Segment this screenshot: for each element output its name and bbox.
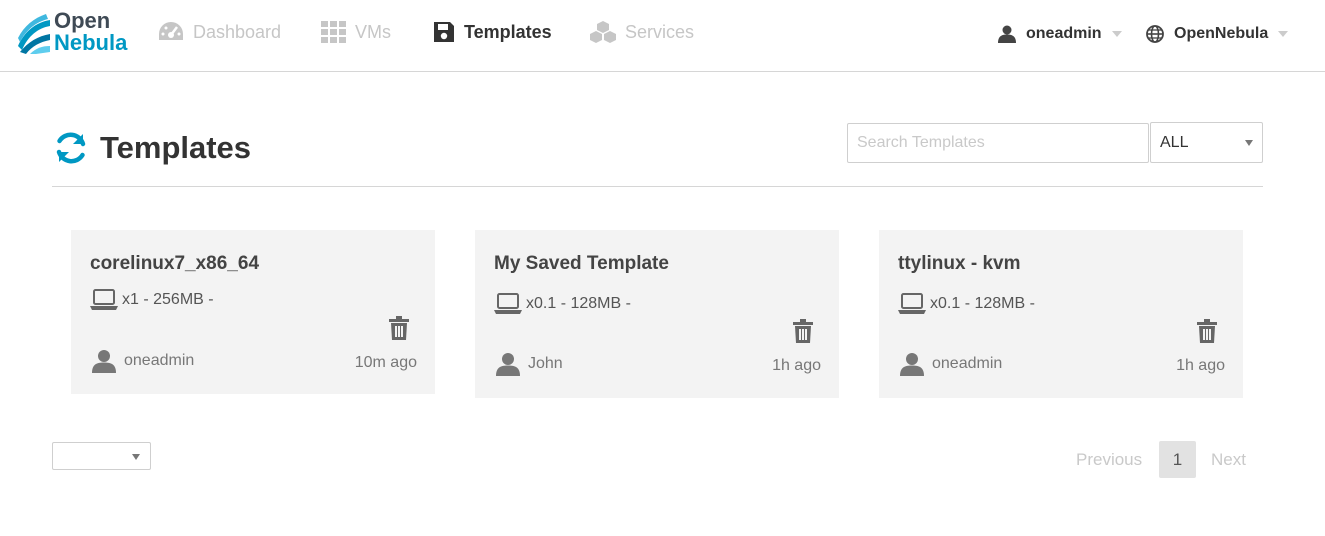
top-navbar: Open Nebula Dashboard VMs Templates Serv… (0, 0, 1325, 72)
zone-label: OpenNebula (1174, 25, 1269, 42)
grid-icon (321, 21, 346, 43)
chevron-down-icon (1245, 140, 1253, 146)
template-time: 10m ago (354, 354, 417, 371)
laptop-icon (494, 293, 522, 314)
zone-menu[interactable]: OpenNebula (1146, 20, 1289, 48)
template-owner: oneadmin (92, 349, 194, 373)
opennebula-logo[interactable]: Open Nebula (16, 10, 146, 58)
username-label: oneadmin (1026, 25, 1102, 42)
template-owner-name: oneadmin (932, 355, 1003, 372)
next-page-button[interactable]: Next (1211, 441, 1246, 478)
page-size-select[interactable] (52, 442, 151, 470)
laptop-icon (90, 289, 118, 310)
trash-icon[interactable] (1197, 319, 1217, 343)
floppy-disk-icon (434, 22, 454, 42)
user-icon (998, 25, 1016, 43)
template-name: ttylinux - kvm (898, 253, 1021, 274)
template-name: corelinux7_x86_64 (90, 253, 260, 274)
globe-icon (1146, 25, 1164, 43)
template-owner-name: oneadmin (124, 352, 195, 369)
template-card[interactable]: corelinux7_x86_64 x1 - 256MB - oneadmin … (71, 230, 435, 394)
template-card[interactable]: My Saved Template x0.1 - 128MB - John 1h… (475, 230, 839, 398)
template-spec: x0.1 - 128MB - (494, 293, 631, 315)
template-time: 1h ago (772, 357, 821, 374)
nav-services-label: Services (625, 21, 695, 42)
page-title: Templates (54, 126, 251, 170)
user-icon (900, 353, 924, 376)
template-time: 1h ago (1176, 357, 1225, 374)
header-divider (52, 186, 1263, 187)
user-icon (496, 353, 520, 376)
laptop-icon (898, 293, 926, 314)
nav-vms[interactable]: VMs (321, 18, 391, 46)
template-owner: John (496, 352, 563, 376)
trash-icon[interactable] (389, 316, 409, 340)
previous-page-button[interactable]: Previous (1076, 441, 1142, 478)
nav-dashboard[interactable]: Dashboard (157, 18, 281, 46)
owner-filter-select[interactable]: ALL (1150, 122, 1263, 163)
dashboard-gauge-icon (159, 22, 183, 40)
chevron-down-icon (1111, 31, 1122, 37)
refresh-icon[interactable] (54, 131, 88, 165)
brand-line-1: Open (54, 8, 111, 33)
trash-icon[interactable] (793, 319, 813, 343)
user-menu[interactable]: oneadmin (998, 20, 1122, 48)
nav-vms-label: VMs (355, 21, 391, 42)
filter-selected-value: ALL (1160, 133, 1189, 151)
page-title-text: Templates (100, 130, 252, 165)
template-spec-text: x0.1 - 128MB - (526, 295, 631, 312)
nav-templates[interactable]: Templates (432, 18, 552, 46)
template-owner: oneadmin (900, 352, 1002, 376)
chevron-down-icon (1278, 31, 1289, 37)
chevron-down-icon (132, 454, 140, 460)
nav-dashboard-label: Dashboard (193, 21, 282, 42)
opennebula-logo-icon (18, 14, 50, 54)
nav-services[interactable]: Services (589, 18, 694, 46)
template-owner-name: John (528, 355, 563, 372)
search-templates-input[interactable] (847, 123, 1149, 163)
template-spec-text: x0.1 - 128MB - (930, 295, 1035, 312)
current-page-button[interactable]: 1 (1159, 441, 1196, 478)
nav-templates-label: Templates (464, 21, 552, 42)
template-card[interactable]: ttylinux - kvm x0.1 - 128MB - oneadmin 1… (879, 230, 1243, 398)
template-spec: x0.1 - 128MB - (898, 293, 1035, 315)
user-icon (92, 350, 116, 373)
template-spec-text: x1 - 256MB - (122, 291, 214, 308)
cubes-icon (590, 21, 616, 43)
brand-line-2: Nebula (54, 30, 128, 55)
template-spec: x1 - 256MB - (90, 289, 214, 311)
template-name: My Saved Template (494, 253, 669, 274)
